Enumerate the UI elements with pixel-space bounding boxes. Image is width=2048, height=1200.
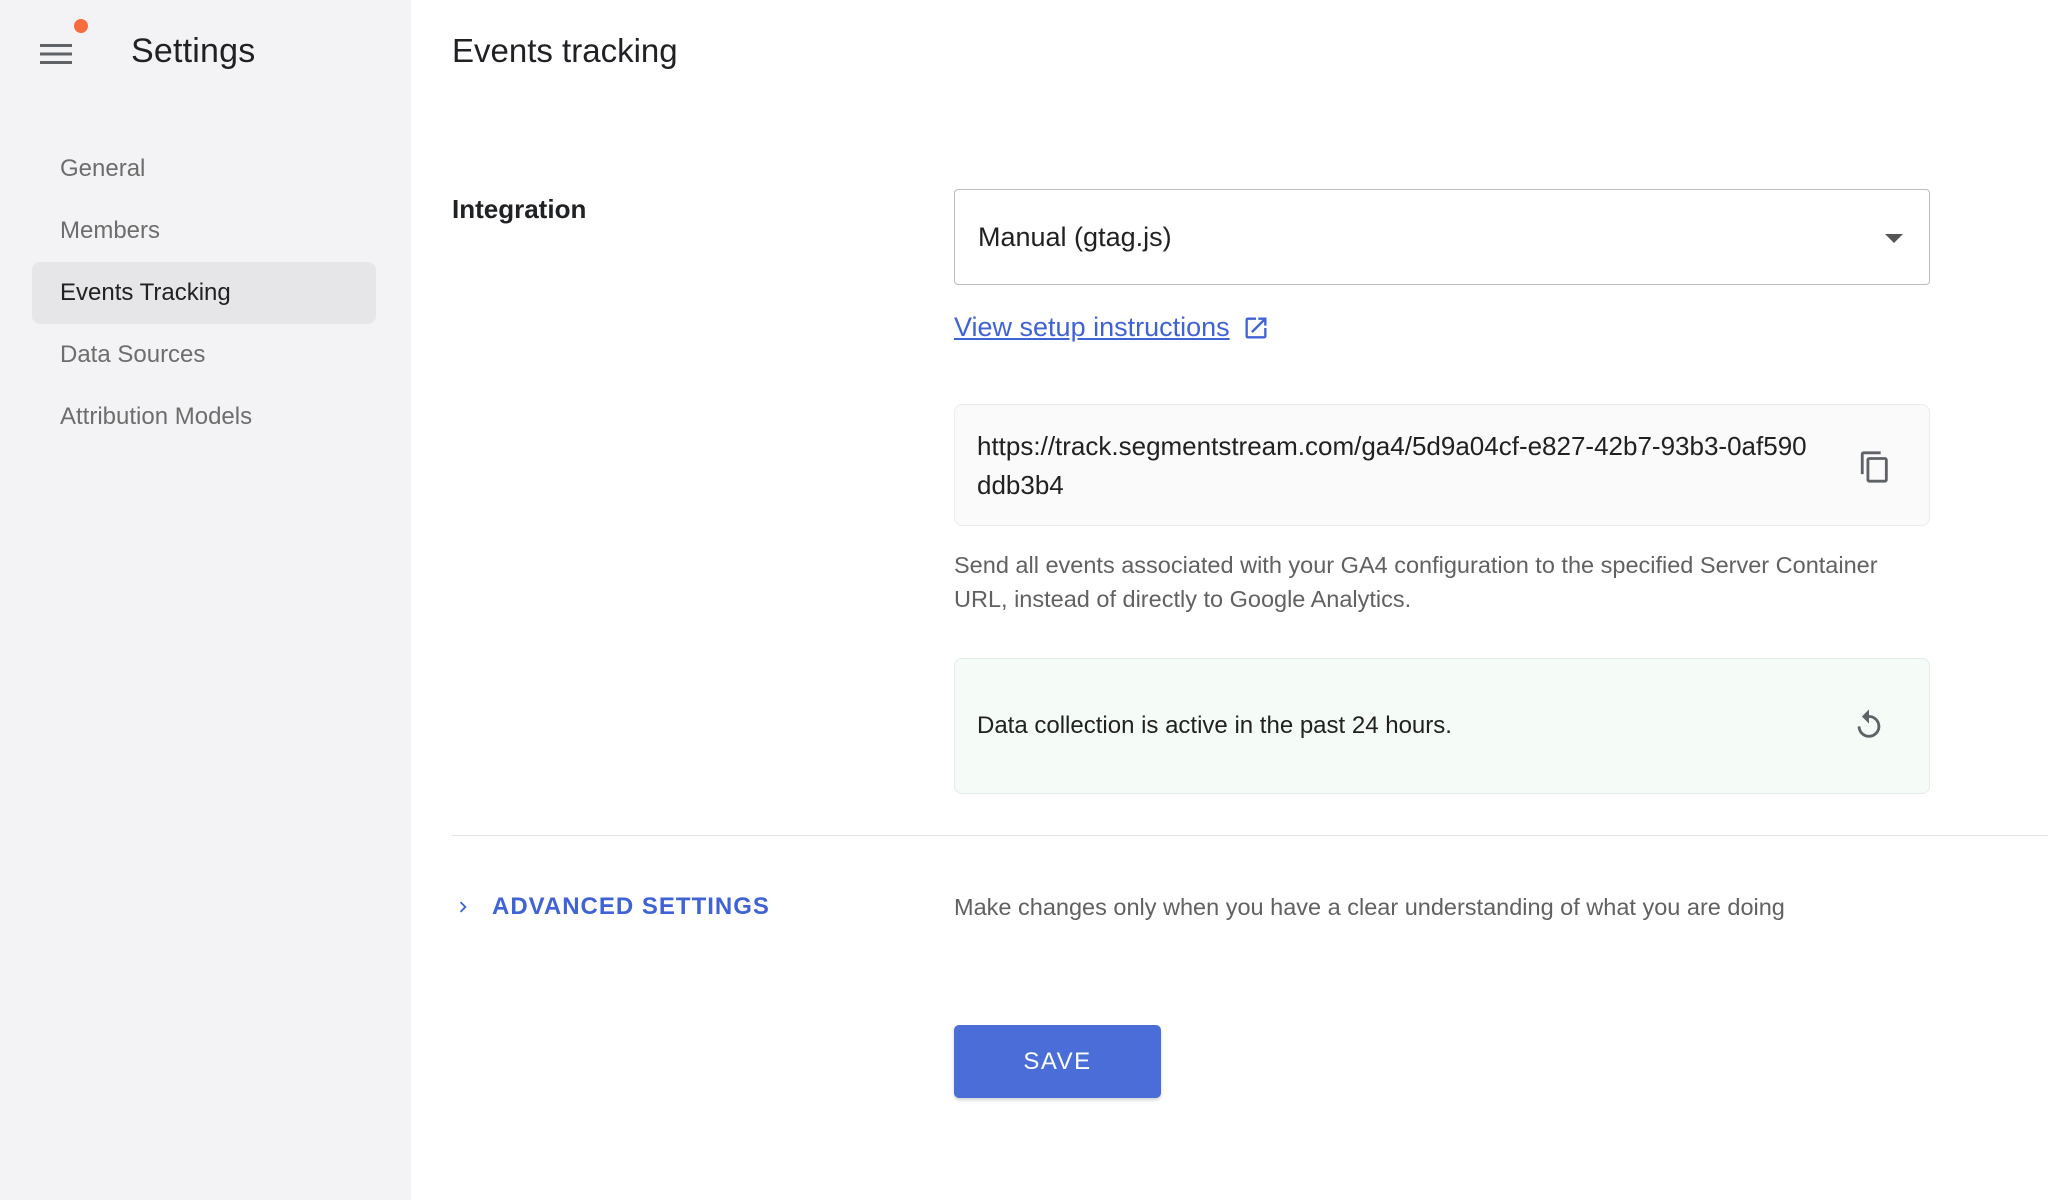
sidebar-nav: General Members Events Tracking Data Sou… [32, 138, 376, 448]
external-link-icon [1245, 317, 1267, 338]
view-setup-instructions-link[interactable]: View setup instructions [954, 312, 1270, 343]
copy-url-button[interactable] [1855, 447, 1895, 487]
status-text: Data collection is active in the past 24… [977, 712, 1452, 739]
main-content: Events tracking Integration Manual (gtag… [411, 0, 2048, 1200]
sidebar-item-members[interactable]: Members [32, 200, 376, 262]
server-url-box: https://track.segmentstream.com/ga4/5d9a… [954, 404, 1930, 526]
dropdown-caret-icon [1885, 234, 1903, 243]
notification-dot [74, 19, 88, 33]
advanced-settings-note: Make changes only when you have a clear … [954, 894, 1785, 920]
app-window: Settings General Members Events Tracking… [0, 0, 2048, 1200]
advanced-settings-toggle[interactable]: ADVANCED SETTINGS [452, 893, 770, 921]
setup-link-label: View setup instructions [954, 312, 1230, 342]
sidebar-item-events-tracking[interactable]: Events Tracking [32, 262, 376, 324]
page-title: Events tracking [452, 32, 678, 69]
chevron-right-icon [459, 901, 467, 913]
advanced-settings-label: ADVANCED SETTINGS [492, 893, 770, 920]
refresh-status-button[interactable] [1849, 705, 1889, 745]
menu-button[interactable] [32, 34, 80, 74]
sidebar: Settings General Members Events Tracking… [0, 0, 411, 1200]
server-url-help-text: Send all events associated with your GA4… [954, 552, 1878, 612]
sidebar-item-general[interactable]: General [32, 138, 376, 200]
server-url-text: https://track.segmentstream.com/ga4/5d9a… [977, 431, 1807, 500]
save-button[interactable]: SAVE [954, 1025, 1161, 1098]
integration-label: Integration [452, 194, 587, 224]
sidebar-item-attribution-models[interactable]: Attribution Models [32, 386, 376, 448]
sidebar-title: Settings [131, 32, 256, 70]
data-collection-status: Data collection is active in the past 24… [954, 658, 1930, 794]
section-divider [452, 835, 2048, 836]
sidebar-item-data-sources[interactable]: Data Sources [32, 324, 376, 386]
copy-icon [1860, 451, 1888, 483]
integration-select[interactable]: Manual (gtag.js) [954, 189, 1930, 285]
refresh-icon [1857, 709, 1881, 738]
integration-select-value: Manual (gtag.js) [978, 221, 1172, 252]
hamburger-menu-icon [40, 44, 72, 64]
